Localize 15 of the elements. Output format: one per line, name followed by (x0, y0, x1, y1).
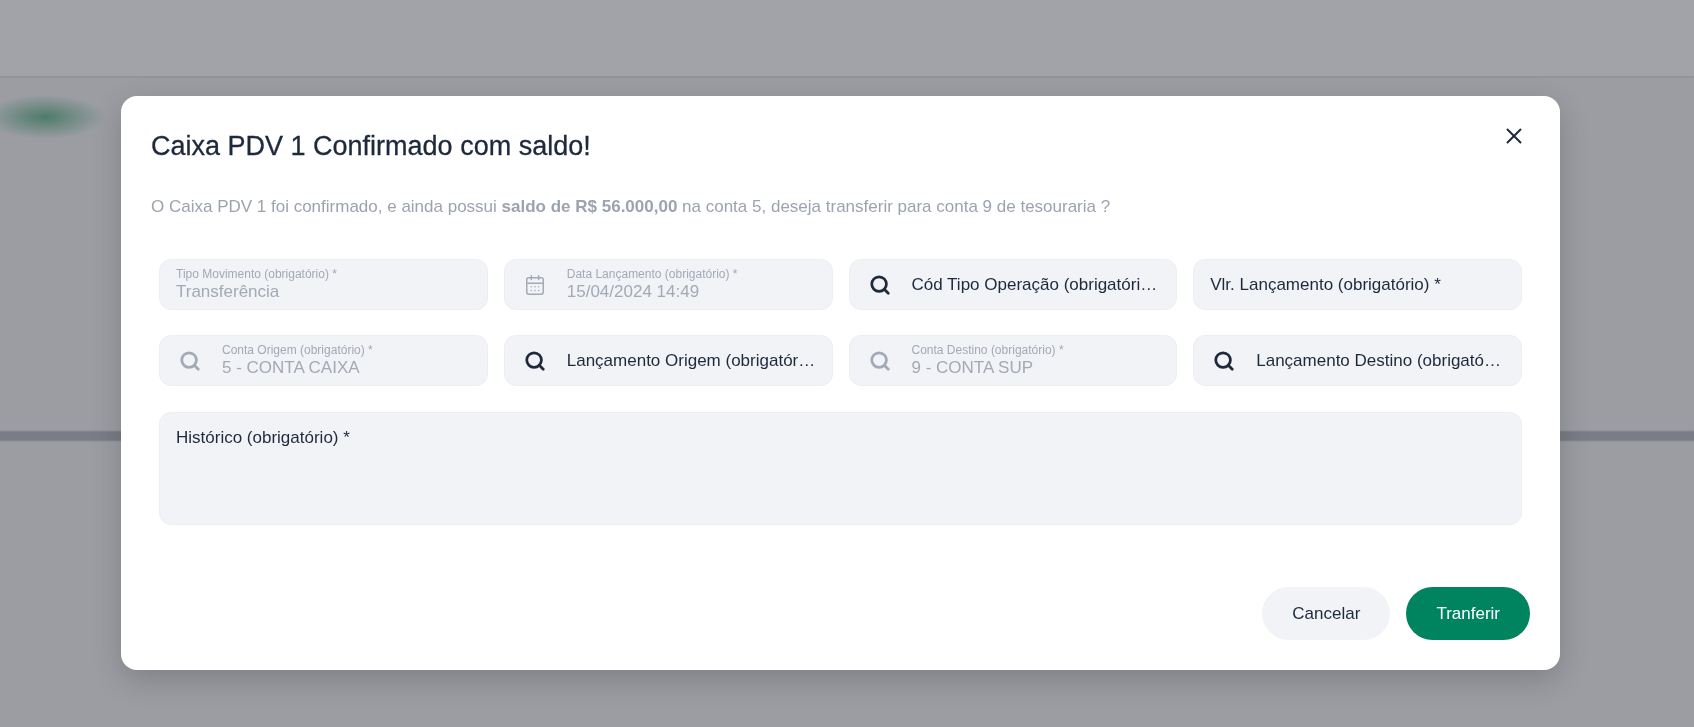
search-field[interactable]: Lançamento Origem (obrigatór… (503, 335, 833, 386)
search-icon (868, 349, 891, 372)
cancel-button[interactable]: Cancelar (1262, 587, 1391, 640)
search-icon (179, 349, 201, 372)
text-field[interactable]: Vlr. Lançamento (obrigatório) * (1193, 259, 1522, 310)
dialog-message: O Caixa PDV 1 foi confirmado, e ainda possui saldo de R$ 56.000,00 na conta 5, deseja transferir para conta 9 de tesouraria ? (151, 196, 1112, 218)
search-icon (1213, 349, 1236, 372)
search-icon (868, 273, 891, 296)
search-field[interactable]: Cód Tipo Operação (obrigatóri… (848, 259, 1178, 310)
search-field[interactable]: Lançamento Destino (obrigató… (1193, 335, 1522, 386)
calendar-icon (523, 273, 546, 296)
transfer-button[interactable]: Tranferir (1406, 587, 1530, 640)
dialog-title: Caixa PDV 1 Confirmado com saldo! (151, 130, 591, 162)
search-icon (523, 349, 546, 372)
history-field[interactable]: Histórico (obrigatório) * (159, 412, 1522, 525)
